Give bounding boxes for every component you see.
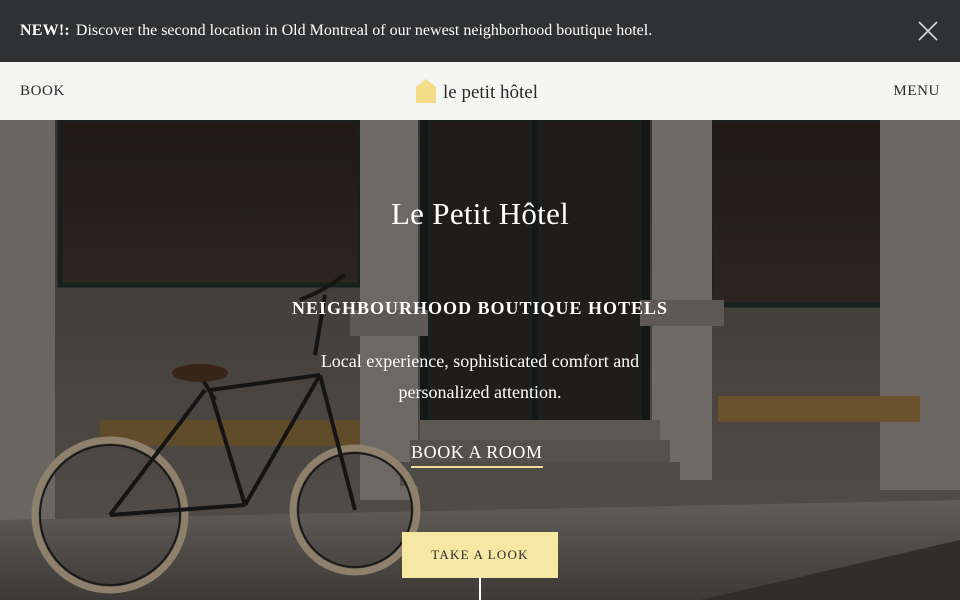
take-a-look-button[interactable]: TAKE A LOOK [402, 532, 558, 578]
site-logo[interactable]: le petit hôtel [415, 74, 538, 104]
hero-section: Le Petit Hôtel NEIGHBOURHOOD BOUTIQUE HO… [0, 120, 960, 600]
hotel-logo-icon [416, 79, 436, 103]
hero-title: Le Petit Hôtel [390, 196, 570, 231]
hero-kicker: NEIGHBOURHOOD BOUTIQUE HOTELS [291, 298, 669, 318]
book-a-room-link[interactable]: BOOK A ROOM [411, 442, 543, 468]
scroll-indicator-line [479, 578, 481, 600]
announcement-badge: NEW!: [20, 22, 70, 39]
site-header: BOOK le petit hôtel MENU [0, 62, 960, 120]
menu-button[interactable]: MENU [893, 83, 940, 100]
logo-text: le petit hôtel [443, 82, 538, 103]
announcement-message[interactable]: Discover the second location in Old Mont… [76, 22, 652, 40]
book-link[interactable]: BOOK [20, 83, 65, 100]
close-icon[interactable] [918, 21, 938, 41]
announcement-bar: NEW!: Discover the second location in Ol… [0, 0, 960, 62]
hero-description: Local experience, sophisticated comfort … [320, 351, 640, 402]
